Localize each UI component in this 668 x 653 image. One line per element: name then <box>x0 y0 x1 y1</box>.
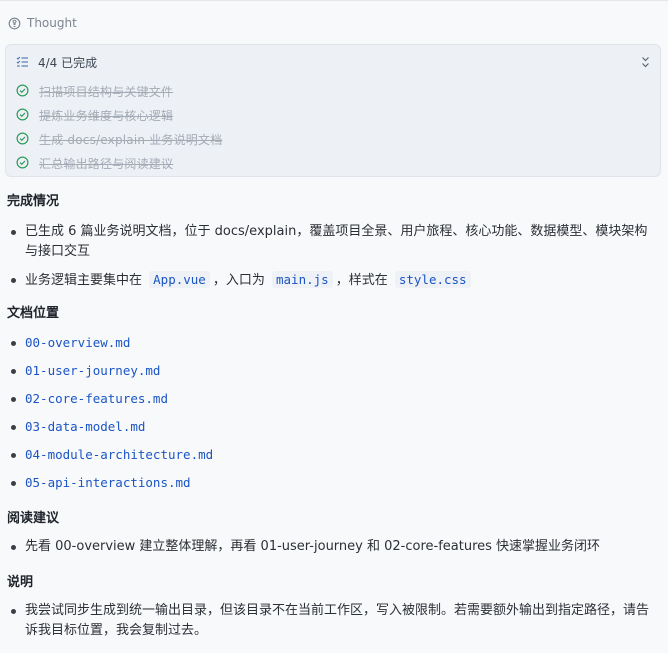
doc-file-link[interactable]: 05-api-interactions.md <box>25 475 191 490</box>
list-item: 03-data-model.md <box>0 417 668 445</box>
thought-toggle[interactable]: Thought <box>8 14 77 32</box>
check-circle-icon <box>16 130 29 149</box>
todo-panel: 4/4 已完成 扫描项目结构与关键文件 提炼业务维度与核心逻辑 生成 docs/… <box>5 44 661 177</box>
check-circle-icon <box>16 82 29 101</box>
file-link[interactable]: style.css <box>394 271 471 288</box>
list-item: 02-core-features.md <box>0 389 668 417</box>
list-item-text: ，样式在 <box>335 273 388 288</box>
file-link[interactable]: App.vue <box>149 271 210 288</box>
doc-file-link[interactable]: 04-module-architecture.md <box>25 447 213 462</box>
list-item-text: 我尝试同步生成到统一输出目录，但该目录不在当前工作区，写入被限制。若需要额外输出… <box>25 603 650 638</box>
todo-list: 扫描项目结构与关键文件 提炼业务维度与核心逻辑 生成 docs/explain … <box>16 79 222 175</box>
todo-item-label: 生成 docs/explain 业务说明文档 <box>39 132 223 147</box>
section-heading-reading: 阅读建议 <box>7 511 60 526</box>
list-item: 01-user-journey.md <box>0 361 668 389</box>
lightbulb-icon <box>8 17 21 30</box>
checklist-icon <box>16 53 29 72</box>
todo-item-label: 扫描项目结构与关键文件 <box>39 84 174 99</box>
todo-item: 汇总输出路径与阅读建议 <box>16 151 222 175</box>
todo-progress: 4/4 已完成 <box>38 55 98 70</box>
collapse-chevron-icon[interactable] <box>638 54 652 70</box>
list-item: 我尝试同步生成到统一输出目录，但该目录不在当前工作区，写入被限制。若需要额外输出… <box>0 601 668 641</box>
doc-file-link[interactable]: 03-data-model.md <box>25 419 145 434</box>
list-item: 业务逻辑主要集中在 App.vue ，入口为 main.js ，样式在 style.… <box>0 270 668 291</box>
doc-file-link[interactable]: 01-user-journey.md <box>25 363 160 378</box>
section-heading-docs: 文档位置 <box>7 306 60 321</box>
list-item: 已生成 6 篇业务说明文档，位于 docs/explain，覆盖项目全景、用户旅… <box>0 222 668 262</box>
thought-label: Thought <box>27 16 77 30</box>
list-item: 先看 00-overview 建立整体理解，再看 01-user-journey… <box>0 537 668 557</box>
completion-list: 已生成 6 篇业务说明文档，位于 docs/explain，覆盖项目全景、用户旅… <box>0 222 668 291</box>
todo-item-label: 提炼业务维度与核心逻辑 <box>39 108 174 123</box>
reading-list: 先看 00-overview 建立整体理解，再看 01-user-journey… <box>0 537 668 557</box>
list-item: 00-overview.md <box>0 333 668 361</box>
todo-item: 提炼业务维度与核心逻辑 <box>16 103 222 127</box>
notes-list: 我尝试同步生成到统一输出目录，但该目录不在当前工作区，写入被限制。若需要额外输出… <box>0 601 668 641</box>
docs-list: 00-overview.md 01-user-journey.md 02-cor… <box>0 333 668 501</box>
todo-item-label: 汇总输出路径与阅读建议 <box>39 156 174 171</box>
todo-header[interactable]: 4/4 已完成 <box>16 54 97 70</box>
list-item: 05-api-interactions.md <box>0 473 668 501</box>
check-circle-icon <box>16 154 29 173</box>
list-item-text: 业务逻辑主要集中在 <box>25 273 143 288</box>
section-heading-completion: 完成情况 <box>7 194 60 209</box>
todo-item: 扫描项目结构与关键文件 <box>16 79 222 103</box>
list-item-text: 已生成 6 篇业务说明文档，位于 docs/explain，覆盖项目全景、用户旅… <box>25 224 648 259</box>
check-circle-icon <box>16 106 29 125</box>
list-item-text: 先看 00-overview 建立整体理解，再看 01-user-journey… <box>25 539 601 554</box>
file-link[interactable]: main.js <box>272 271 333 288</box>
doc-file-link[interactable]: 00-overview.md <box>25 335 130 350</box>
doc-file-link[interactable]: 02-core-features.md <box>25 391 168 406</box>
list-item: 04-module-architecture.md <box>0 445 668 473</box>
top-divider <box>0 0 668 1</box>
section-heading-notes: 说明 <box>7 575 34 590</box>
list-item-text: ，入口为 <box>212 273 265 288</box>
todo-item: 生成 docs/explain 业务说明文档 <box>16 127 222 151</box>
